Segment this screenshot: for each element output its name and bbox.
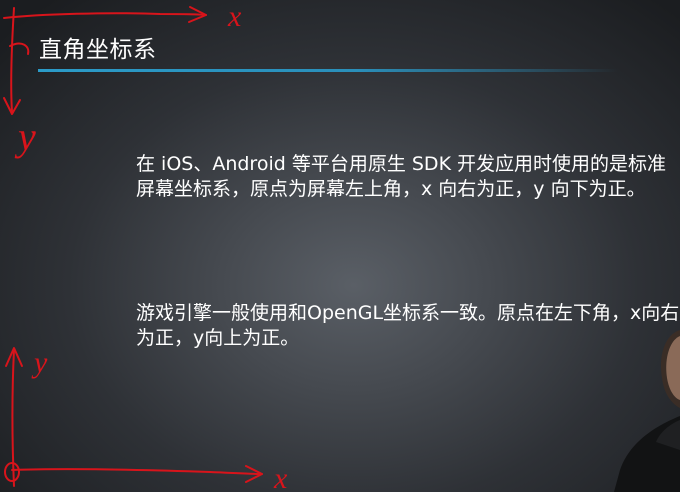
title-underline [38,69,618,72]
presentation-slide: 直角坐标系 在 iOS、Android 等平台用原生 SDK 开发应用时使用的是… [0,0,680,492]
bottom-x-axis-line [11,468,263,475]
bottom-y-label: y [31,346,48,379]
bottom-x-axis-arrowhead [245,465,263,483]
top-x-axis-line [3,12,207,19]
presenter-silhouette [614,330,680,492]
bottom-y-axis-arrowhead [5,347,23,367]
scribble-mark [9,42,30,55]
slide-title: 直角坐标系 [39,37,157,63]
top-y-label: y [14,114,36,159]
top-x-axis-arrowhead [188,6,207,23]
origin-circle [4,462,20,482]
bottom-y-axis-line [11,349,15,487]
bottom-x-label: x [273,462,288,492]
paragraph-screen-coordinates: 在 iOS、Android 等平台用原生 SDK 开发应用时使用的是标准屏幕坐标… [136,153,667,200]
top-y-axis-line [10,7,15,113]
top-y-axis-arrowhead [3,97,21,115]
top-x-label: x [227,0,242,33]
hand-drawn-annotations: x y y x [3,0,288,492]
presenter-video-overlay [600,320,680,492]
paragraph-opengl-coordinates: 游戏引擎一般使用和OpenGL坐标系一致。原点在左下角，x向右为正，y向上为正。 [136,302,680,349]
